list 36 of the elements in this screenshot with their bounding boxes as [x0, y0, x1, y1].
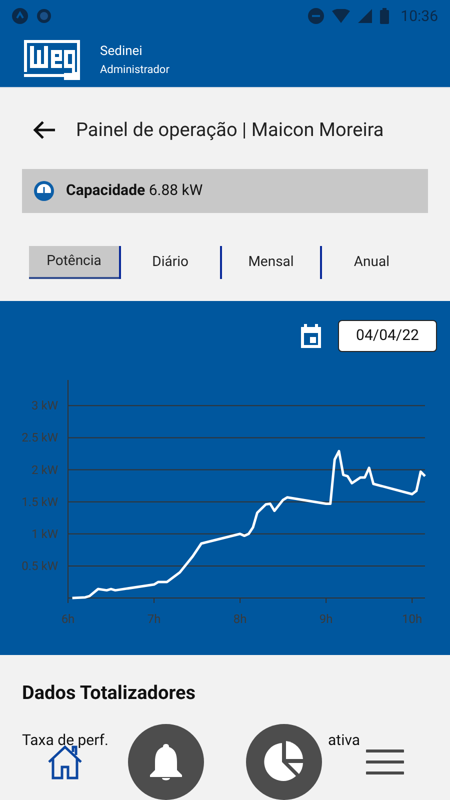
y-tick-label: 1.5 kW [22, 494, 58, 508]
y-tick-label: 0.5 kW [22, 558, 58, 572]
clock: 10:36 [400, 6, 438, 27]
period-tab[interactable]: Potência [29, 246, 119, 278]
logo-icon [24, 40, 80, 80]
y-tick-label: 2.5 kW [22, 430, 58, 444]
x-tick-label: 8h [233, 612, 247, 626]
capacity-text: Capacidade 6.88 kW [66, 180, 203, 202]
do-not-disturb-icon [308, 8, 324, 24]
signal-icon [358, 9, 372, 23]
x-tick-label: 9h [319, 612, 333, 626]
x-tick-label: 6h [61, 612, 75, 626]
gauge-icon [34, 180, 54, 200]
user-name: Sedinei [100, 42, 144, 60]
period-tab[interactable]: Mensal [222, 246, 320, 278]
back-arrow-icon [32, 120, 56, 140]
y-tick-label: 3 kW [32, 398, 58, 412]
period-tab[interactable]: Anual [322, 246, 422, 278]
x-tick-label: 10h [402, 612, 422, 626]
stat-label: Taxa de perf. [22, 730, 108, 751]
period-tab[interactable]: Diário [121, 246, 220, 278]
wifi-icon [332, 9, 350, 23]
record-icon [36, 8, 52, 24]
x-tick-label: 7h [147, 612, 161, 626]
user-role: Administrador [100, 62, 170, 78]
page-title: Painel de operação | Maicon Moreira [76, 117, 384, 143]
date-field[interactable]: 04/04/22 [338, 320, 437, 352]
calendar-icon [300, 324, 322, 348]
y-tick-label: 2 kW [32, 462, 58, 476]
battery-icon [380, 8, 389, 24]
stat-label: ativa [328, 730, 360, 751]
app-notification-icon [12, 8, 28, 24]
menu-icon [366, 748, 404, 776]
section-title: Dados Totalizadores [22, 680, 197, 706]
bell-icon [148, 742, 184, 782]
y-tick-label: 1 kW [32, 526, 58, 540]
